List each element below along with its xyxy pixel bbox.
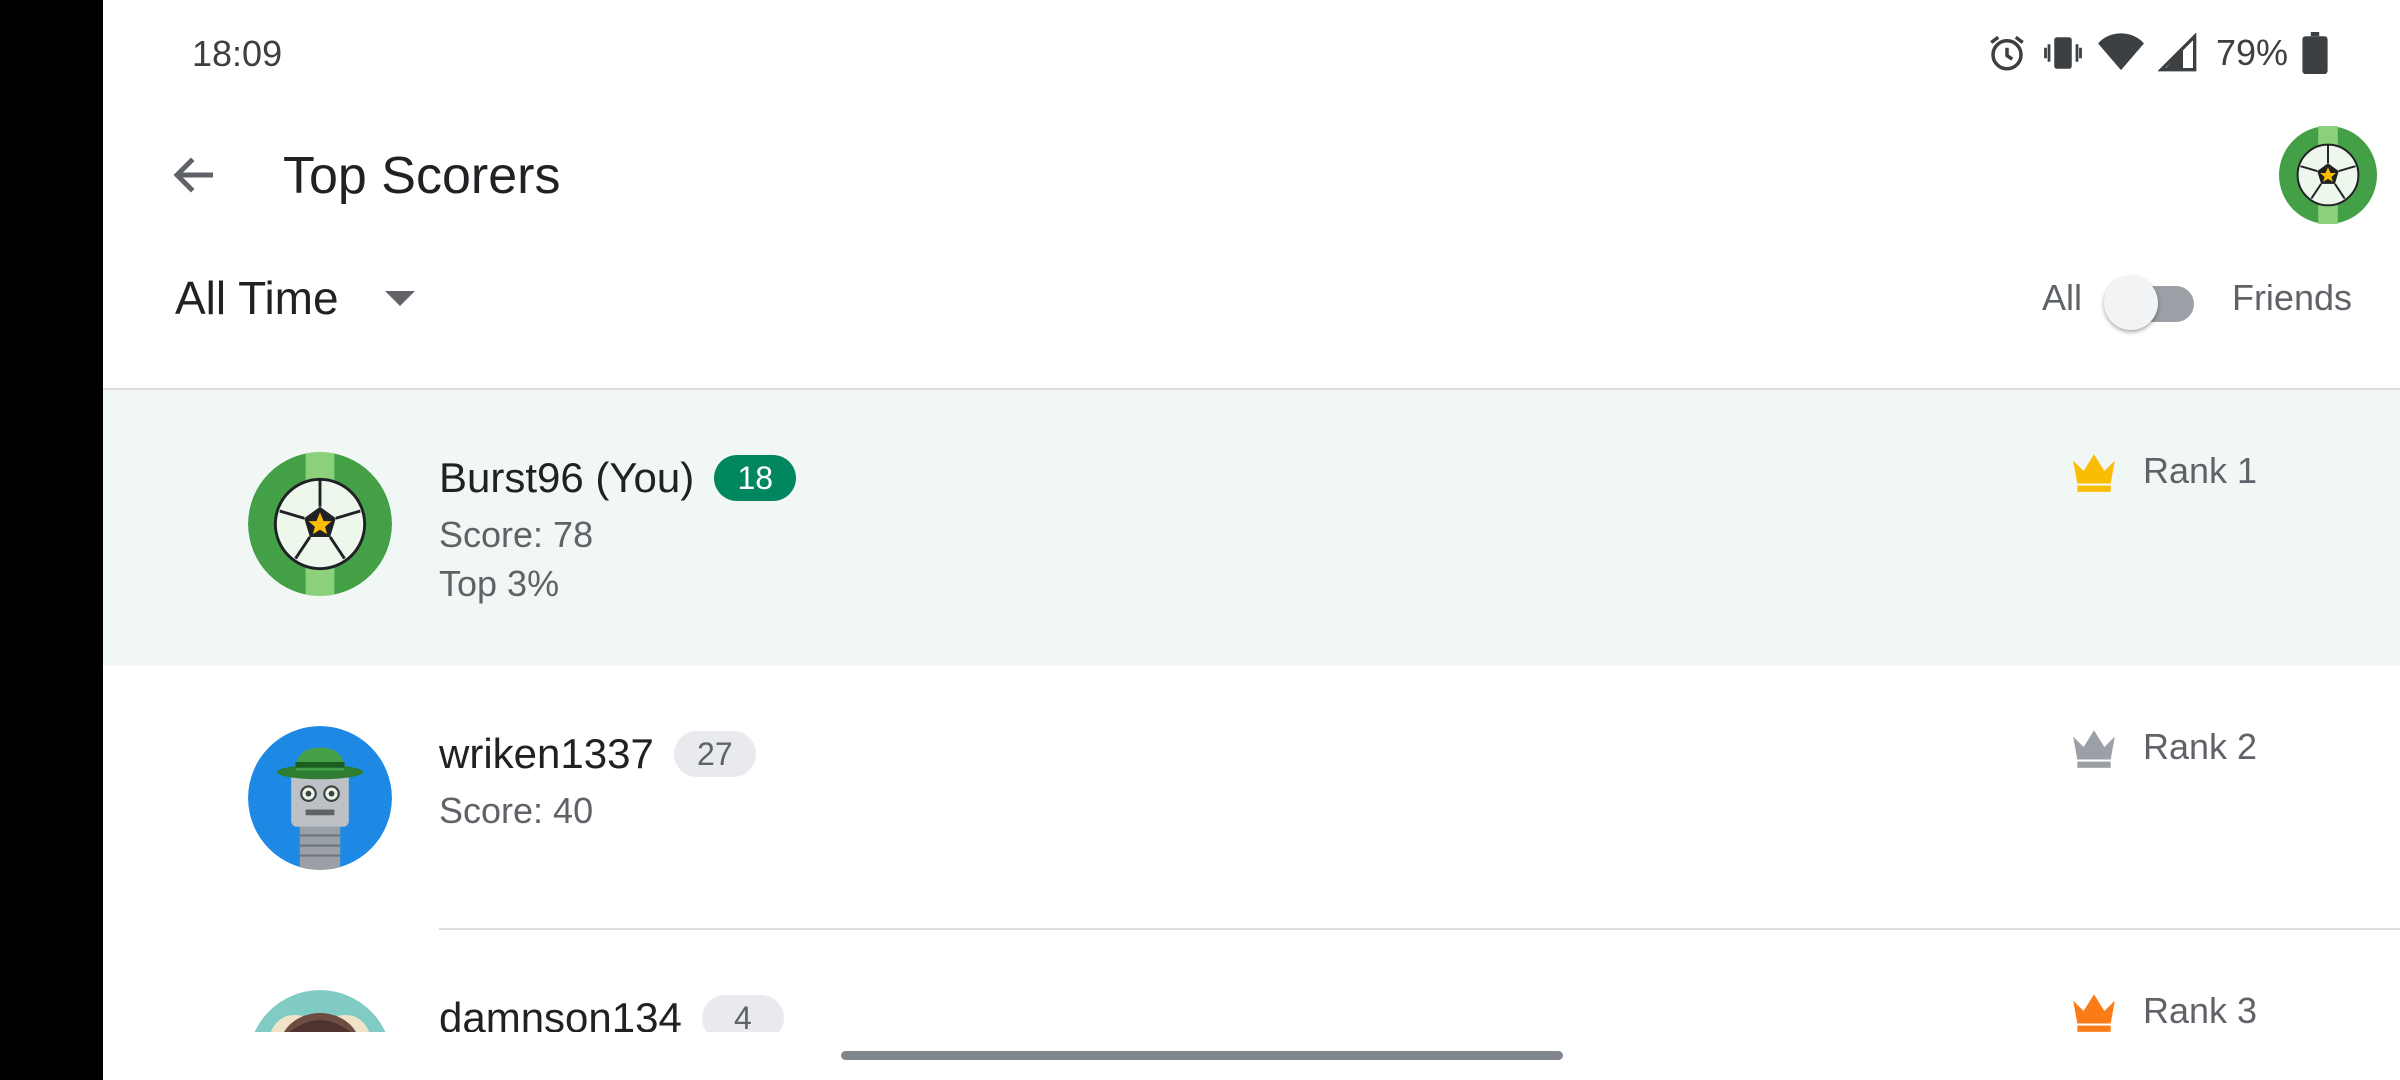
level-badge: 27 — [673, 731, 756, 777]
status-icons: 79% — [1986, 28, 2328, 78]
avatar — [248, 452, 392, 596]
arrow-back-icon — [173, 157, 213, 193]
back-button[interactable] — [155, 140, 235, 210]
alarm-icon — [1990, 35, 2024, 71]
rank-indicator: Rank 3 — [2069, 990, 2257, 1032]
leaderboard-row[interactable]: wriken1337 27 Score: 40 Rank 2 — [103, 666, 2400, 930]
player-score: Score: 78 — [439, 514, 594, 555]
scope-toggle-group: All Friends — [2041, 268, 2352, 330]
screen-cutout — [0, 0, 103, 1080]
dropdown-caret-icon — [384, 290, 415, 306]
player-name: wriken1337 — [439, 730, 654, 777]
robot-avatar-icon — [248, 726, 392, 870]
toggle-thumb — [2103, 276, 2158, 330]
player-name-line: Burst96 (You) 18 — [439, 454, 797, 502]
level-badge: 4 — [701, 995, 784, 1032]
time-range-dropdown[interactable]: All Time — [175, 268, 415, 328]
silver-crown-icon — [2073, 730, 2115, 768]
friends-toggle-switch[interactable] — [2103, 268, 2200, 330]
bronze-crown-icon — [2073, 994, 2115, 1032]
screen: 18:09 79% Top Scorers All Time All Frien… — [103, 0, 2400, 1080]
rank-indicator: Rank 2 — [2069, 726, 2257, 768]
rank-label: Rank 3 — [2143, 990, 2258, 1031]
player-score: Score: 40 — [439, 790, 594, 831]
bison-avatar-icon — [254, 990, 386, 1032]
time-range-label: All Time — [175, 272, 339, 324]
player-percentile: Top 3% — [439, 563, 560, 604]
profile-avatar[interactable] — [2279, 126, 2377, 224]
player-name: Burst96 (You) — [439, 454, 695, 501]
soccer-ball-avatar-icon — [2279, 126, 2377, 224]
soccer-ball-avatar-icon — [248, 452, 392, 596]
player-name: damnson134 — [439, 994, 682, 1032]
vibrate-icon — [2044, 37, 2082, 69]
leaderboard-row[interactable]: damnson134 4 Rank 3 — [103, 930, 2400, 1032]
player-name-line: damnson134 4 — [439, 994, 784, 1032]
rank-label: Rank 1 — [2143, 450, 2258, 491]
avatar — [248, 726, 392, 870]
battery-icon — [2302, 32, 2328, 74]
toggle-label-friends: Friends — [2231, 277, 2352, 318]
rank-label: Rank 2 — [2143, 726, 2258, 767]
leaderboard-row-current-user[interactable]: Burst96 (You) 18 Score: 78 Top 3% Rank 1 — [103, 390, 2400, 666]
toggle-label-all: All — [2041, 277, 2082, 318]
rank-indicator: Rank 1 — [2069, 450, 2257, 492]
level-badge: 18 — [714, 455, 797, 501]
wifi-icon — [2098, 33, 2144, 72]
avatar — [248, 990, 392, 1032]
gesture-home-indicator[interactable] — [841, 1051, 1563, 1060]
gold-crown-icon — [2073, 454, 2115, 492]
status-time: 18:09 — [192, 33, 283, 74]
signal-icon — [2157, 33, 2197, 72]
player-name-line: wriken1337 27 — [439, 730, 756, 778]
battery-percent: 79% — [2215, 32, 2288, 73]
page-title: Top Scorers — [283, 147, 561, 205]
